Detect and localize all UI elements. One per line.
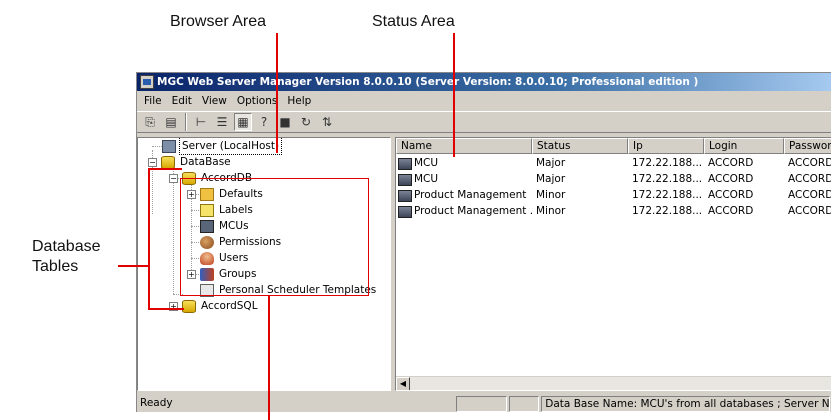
column-header-name[interactable]: Name [396,138,532,154]
status-bar: Ready Data Base Name: MCU's from all dat… [137,395,831,412]
database-tables-bracket-vertical [148,168,150,310]
sort-icon[interactable]: ⇅ [318,113,336,131]
horizontal-scrollbar[interactable]: ◀ [396,376,831,390]
status-pane-empty-1 [455,396,508,412]
browser-area-callout: Browser Area [170,13,267,30]
database-tables-callout-line1: Database [32,238,101,255]
database-tables-bracket-bottom [148,308,184,310]
list-view-icon[interactable]: ☰ [213,113,231,131]
mcu-icon [398,189,412,202]
table-row[interactable]: MCU Major 172.22.188... ACCORD ACCORD [396,172,831,187]
tree-node-server[interactable]: Server (LocalHost) [162,138,283,155]
menu-file[interactable]: File [139,95,167,107]
window-title: MGC Web Server Manager Version 8.0.0.10 … [157,76,699,88]
collapse-accorddb-toggle[interactable]: − [169,174,178,183]
browser-area-leader-line [276,33,278,153]
mcu-list[interactable]: Name Status Ip Login Password MCU Major … [395,137,831,391]
copy-icon[interactable]: ⎘ [141,113,159,131]
menu-options[interactable]: Options [232,95,283,107]
title-bar: MGC Web Server Manager Version 8.0.0.10 … [137,73,831,91]
mcu-icon [398,157,412,170]
mcu-icon [398,205,412,218]
tree-view-icon[interactable]: ⊢ [192,113,210,131]
database-tables-bracket-top [148,168,182,170]
column-header-password[interactable]: Password [784,138,831,154]
table-row[interactable]: MCU Major 172.22.188... ACCORD ACCORD [396,156,831,171]
details-view-icon[interactable]: ▦ [234,113,252,131]
menu-view[interactable]: View [197,95,232,107]
help-icon[interactable]: ? [255,113,273,131]
status-area-leader-line [453,33,455,157]
collapse-database-toggle[interactable]: − [148,158,157,167]
delete-icon[interactable]: ■ [276,113,294,131]
table-row[interactable]: Product Management ... Minor 172.22.188.… [396,204,831,219]
server-icon [162,139,176,153]
menu-bar: File Edit View Options Help [137,92,831,110]
column-header-login[interactable]: Login [704,138,784,154]
database-icon [182,299,196,313]
mcu-icon [398,173,412,186]
paste-icon[interactable]: ▤ [162,113,180,131]
column-header-ip[interactable]: Ip [628,138,704,154]
column-header-status[interactable]: Status [532,138,628,154]
toolbar: ⎘ ▤ ⊢ ☰ ▦ ? ■ ↻ ⇅ [137,111,831,133]
app-icon [140,75,154,89]
toolbar-separator [185,113,187,131]
status-ready: Ready [140,397,173,409]
menu-help[interactable]: Help [282,95,316,107]
database-tables-highlight-box [180,178,369,296]
database-icon [161,155,175,169]
status-pane-empty-2 [509,396,540,412]
tree-node-accordsql[interactable]: AccordSQL [182,298,260,314]
menu-edit[interactable]: Edit [167,95,197,107]
database-tables-leader-line [118,265,148,267]
list-header: Name Status Ip Login Password [396,138,831,154]
table-row[interactable]: Product Management Minor 172.22.188... A… [396,188,831,203]
scroll-left-icon[interactable]: ◀ [396,377,410,390]
database-tables-callout-line2: Tables [32,258,79,275]
refresh-icon[interactable]: ↻ [297,113,315,131]
bottom-leader-line [268,296,270,420]
status-area-callout: Status Area [372,13,455,30]
status-info: Data Base Name: MCU's from all databases… [541,396,831,412]
